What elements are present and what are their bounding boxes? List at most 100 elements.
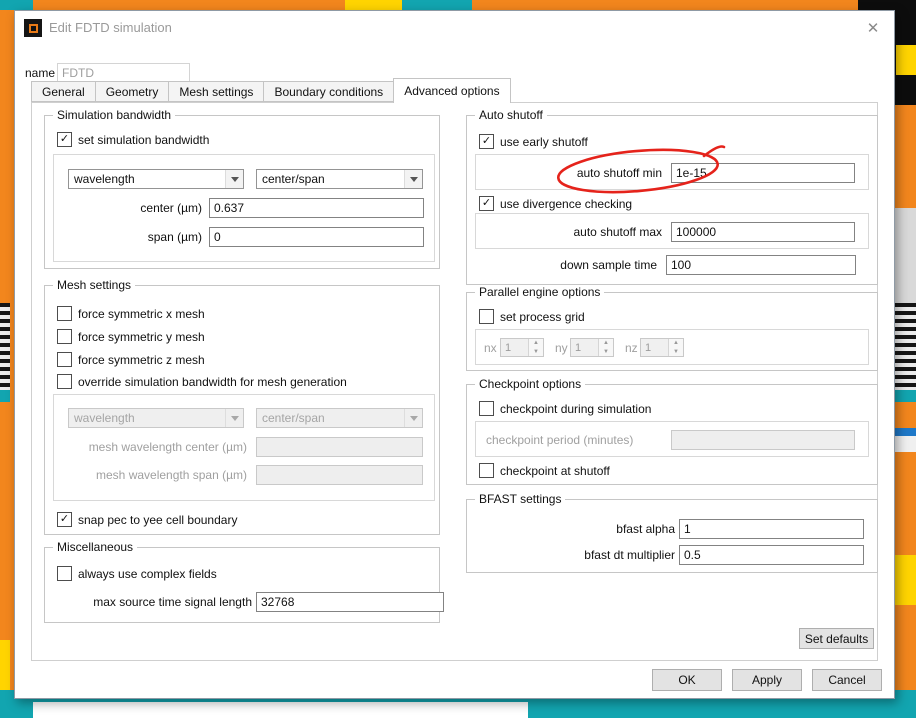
background-white-right (893, 436, 916, 452)
mesh-bandwidth-subpanel: wavelength center/span mesh wavelength c… (53, 394, 435, 501)
checkbox-label: set process grid (500, 310, 585, 324)
close-icon[interactable]: ✕ (864, 19, 882, 37)
mesh-frequency-wavelength-dropdown[interactable]: wavelength (68, 408, 244, 428)
mesh-wavelength-center-input[interactable] (256, 437, 423, 457)
checkbox-label: snap pec to yee cell boundary (78, 513, 237, 527)
checkbox-checkpoint-during-simulation[interactable]: checkpoint during simulation (479, 401, 651, 416)
divergence-subpanel: auto shutoff max (475, 213, 869, 249)
checkbox-use-divergence-checking[interactable]: ✓ use divergence checking (479, 196, 632, 211)
group-checkpoint-options: Checkpoint options checkpoint during sim… (466, 384, 878, 485)
spin-down-icon (669, 348, 683, 357)
checkbox-set-process-grid[interactable]: set process grid (479, 309, 585, 324)
checkbox-label: always use complex fields (78, 567, 217, 581)
checkbox-force-symmetric-y-mesh[interactable]: force symmetric y mesh (57, 329, 205, 344)
span-label: span (µm) (54, 227, 202, 247)
checkbox-label: use early shutoff (500, 135, 588, 149)
checkbox-snap-pec-to-yee-cell-boundary[interactable]: ✓ snap pec to yee cell boundary (57, 512, 237, 527)
spin-up-icon (599, 339, 613, 348)
bfast-alpha-input[interactable] (679, 519, 864, 539)
group-parallel-engine-options-legend: Parallel engine options (475, 285, 604, 299)
background-stripes-left (0, 303, 10, 390)
title-bar[interactable]: Edit FDTD simulation ✕ (15, 11, 894, 45)
ok-button[interactable]: OK (652, 669, 722, 691)
background-white-bottom (33, 702, 528, 718)
group-mesh-settings: Mesh settings force symmetric x mesh for… (44, 285, 440, 535)
chevron-down-icon (404, 409, 422, 427)
checkbox-always-use-complex-fields[interactable]: always use complex fields (57, 566, 217, 581)
group-auto-shutoff-legend: Auto shutoff (475, 108, 547, 122)
checkbox-box (57, 329, 72, 344)
spinner-buttons[interactable] (528, 339, 543, 356)
background-teal-left (0, 390, 10, 402)
chevron-down-icon (225, 409, 243, 427)
set-defaults-button[interactable]: Set defaults (799, 628, 874, 649)
checkbox-set-simulation-bandwidth[interactable]: ✓ set simulation bandwidth (57, 132, 209, 147)
checkbox-box: ✓ (479, 196, 494, 211)
spinner-buttons[interactable] (598, 339, 613, 356)
nx-spinner[interactable]: 1 (500, 338, 544, 357)
tab-boundary-conditions[interactable]: Boundary conditions (263, 81, 394, 102)
checkbox-label: checkpoint at shutoff (500, 464, 610, 478)
checkbox-label: force symmetric x mesh (78, 307, 205, 321)
background-teal-right (893, 390, 916, 402)
tab-mesh-settings[interactable]: Mesh settings (168, 81, 264, 102)
checkbox-box (479, 463, 494, 478)
checkbox-force-symmetric-z-mesh[interactable]: force symmetric z mesh (57, 352, 205, 367)
background-blue-right (893, 428, 916, 436)
background-teal-topleft (0, 0, 33, 10)
checkbox-box (57, 352, 72, 367)
checkbox-box (479, 401, 494, 416)
auto-shutoff-min-input[interactable] (671, 163, 855, 183)
spinner-buttons[interactable] (668, 339, 683, 356)
cancel-button[interactable]: Cancel (812, 669, 882, 691)
span-input[interactable] (209, 227, 424, 247)
tab-bar: General Geometry Mesh settings Boundary … (31, 81, 510, 103)
nz-spinner[interactable]: 1 (640, 338, 684, 357)
mesh-wavelength-span-input[interactable] (256, 465, 423, 485)
checkpoint-period-input[interactable] (671, 430, 855, 450)
auto-shutoff-min-label: auto shutoff min (476, 163, 662, 183)
app-icon (24, 19, 42, 37)
checkbox-label: override simulation bandwidth for mesh g… (78, 375, 347, 389)
auto-shutoff-max-input[interactable] (671, 222, 855, 242)
checkpoint-period-label: checkpoint period (minutes) (486, 430, 633, 450)
checkbox-box: ✓ (57, 132, 72, 147)
spin-up-icon (669, 339, 683, 348)
checkbox-force-symmetric-x-mesh[interactable]: force symmetric x mesh (57, 306, 205, 321)
spin-up-icon (529, 339, 543, 348)
mesh-wavelength-span-label: mesh wavelength span (µm) (54, 465, 247, 485)
group-auto-shutoff: Auto shutoff ✓ use early shutoff auto sh… (466, 115, 878, 285)
bfast-dt-multiplier-input[interactable] (679, 545, 864, 565)
checkbox-box (479, 309, 494, 324)
checkbox-checkpoint-at-shutoff[interactable]: checkpoint at shutoff (479, 463, 610, 478)
tab-advanced-options[interactable]: Advanced options (393, 78, 510, 103)
mesh-center-span-dropdown[interactable]: center/span (256, 408, 423, 428)
center-span-dropdown[interactable]: center/span (256, 169, 423, 189)
bfast-dt-multiplier-label: bfast dt multiplier (475, 545, 675, 565)
tab-general[interactable]: General (31, 81, 96, 102)
center-input[interactable] (209, 198, 424, 218)
apply-button[interactable]: Apply (732, 669, 802, 691)
bfast-alpha-label: bfast alpha (475, 519, 675, 539)
frequency-wavelength-dropdown[interactable]: wavelength (68, 169, 244, 189)
window-title: Edit FDTD simulation (49, 20, 172, 35)
ny-spinner[interactable]: 1 (570, 338, 614, 357)
edit-fdtd-simulation-dialog: Edit FDTD simulation ✕ name General Geom… (14, 10, 895, 699)
name-input[interactable] (57, 63, 190, 83)
checkbox-override-simulation-bandwidth[interactable]: override simulation bandwidth for mesh g… (57, 374, 347, 389)
nz-label: nz (625, 338, 638, 358)
process-grid-subpanel: nx 1 ny 1 nz 1 (475, 329, 869, 365)
checkbox-label: use divergence checking (500, 197, 632, 211)
center-label: center (µm) (54, 198, 202, 218)
max-source-time-signal-length-input[interactable] (256, 592, 444, 612)
ny-label: ny (555, 338, 568, 358)
checkbox-use-early-shutoff[interactable]: ✓ use early shutoff (479, 134, 588, 149)
chevron-down-icon (225, 170, 243, 188)
checkbox-label: set simulation bandwidth (78, 133, 209, 147)
down-sample-time-input[interactable] (666, 255, 856, 275)
checkpoint-subpanel: checkpoint period (minutes) (475, 421, 869, 457)
tab-geometry[interactable]: Geometry (95, 81, 170, 102)
checkbox-label: force symmetric z mesh (78, 353, 205, 367)
max-source-time-signal-length-label: max source time signal length (53, 592, 252, 612)
group-miscellaneous: Miscellaneous always use complex fields … (44, 547, 440, 623)
